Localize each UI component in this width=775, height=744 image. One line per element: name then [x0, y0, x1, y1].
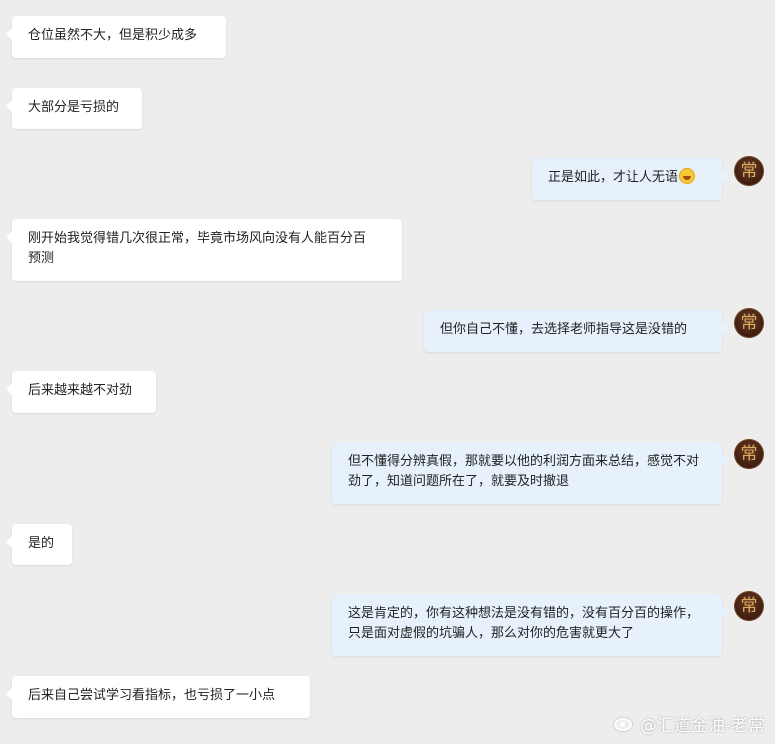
message-bubble[interactable]: 但你自己不懂，去选择老师指导这是没错的 [424, 310, 728, 352]
chat-window: { "messages": [ { "side": "left", "text"… [0, 0, 775, 744]
message-text: 仓位虽然不大，但是积少成多 [28, 28, 198, 43]
message-text: 后来自己尝试学习看指标，也亏损了一小点 [28, 688, 276, 703]
laughing-tears-emoji-icon [679, 168, 696, 184]
message-bubble[interactable]: 正是如此，才让人无语 [532, 158, 728, 200]
message-text: 但不懂得分辨真假，那就要以他的利润方面来总结，感觉不对劲了，知道问题所在了，就要… [348, 454, 700, 489]
weibo-icon [612, 714, 636, 732]
weibo-watermark: @汇道金油-老常 [612, 710, 765, 736]
message-bubble[interactable]: 但不懂得分辨真假，那就要以他的利润方面来总结，感觉不对劲了，知道问题所在了，就要… [332, 442, 728, 504]
advisor-avatar[interactable]: 常 [734, 308, 764, 338]
message-bubble[interactable]: 刚开始我觉得错几次很正常，毕竟市场风向没有人能百分百预测 [6, 219, 402, 281]
message-bubble[interactable]: 后来自己尝试学习看指标，也亏损了一小点 [6, 676, 310, 718]
message-text: 后来越来越不对劲 [28, 383, 133, 398]
message-bubble[interactable]: 仓位虽然不大，但是积少成多 [6, 16, 226, 58]
message-bubble[interactable]: 大部分是亏损的 [6, 88, 142, 129]
advisor-avatar[interactable]: 常 [734, 439, 764, 469]
message-text: 但你自己不懂，去选择老师指导这是没错的 [440, 322, 688, 337]
message-text: 正是如此，才让人无语 [548, 170, 679, 185]
watermark-text: @汇道金油-老常 [639, 715, 765, 736]
message-text: 这是肯定的，你有这种想法是没有错的，没有百分百的操作，只是面对虚假的坑骗人，那么… [348, 606, 700, 641]
message-text: 刚开始我觉得错几次很正常，毕竟市场风向没有人能百分百预测 [28, 231, 367, 266]
advisor-avatar[interactable]: 常 [734, 156, 764, 186]
message-bubble[interactable]: 这是肯定的，你有这种想法是没有错的，没有百分百的操作，只是面对虚假的坑骗人，那么… [332, 594, 728, 656]
message-bubble[interactable]: 后来越来越不对劲 [6, 371, 156, 413]
message-bubble[interactable]: 是的 [6, 524, 72, 565]
advisor-avatar[interactable]: 常 [734, 591, 764, 621]
message-text: 大部分是亏损的 [28, 100, 120, 115]
message-text: 是的 [28, 536, 55, 551]
